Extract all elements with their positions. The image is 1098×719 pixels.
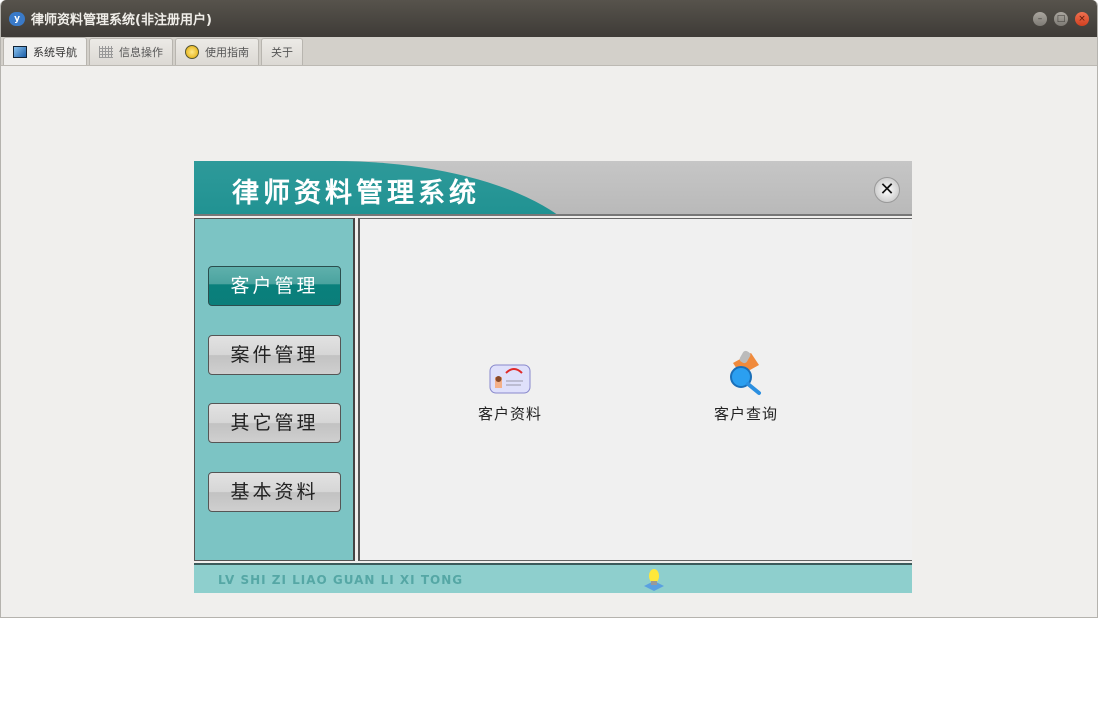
item-label: 客户查询 — [713, 405, 778, 423]
footer-text: LV SHI ZI LIAO GUAN LI XI TONG — [218, 573, 464, 587]
footer-bar: LV SHI ZI LIAO GUAN LI XI TONG — [194, 563, 912, 593]
app-icon: y — [9, 11, 25, 26]
monitor-icon — [13, 45, 27, 58]
nav-other-management[interactable]: 其它管理 — [208, 403, 341, 443]
content-area: 客户资料 客户查询 — [358, 218, 912, 561]
tab-bar: 系统导航 信息操作 使用指南 关于 — [1, 37, 1097, 66]
customer-info-item[interactable]: 客户资料 — [474, 361, 546, 424]
nav-customer-management[interactable]: 客户管理 — [208, 266, 341, 306]
grid-icon — [99, 46, 113, 58]
nav-case-management[interactable]: 案件管理 — [208, 335, 341, 375]
search-magnifier-icon — [730, 350, 761, 395]
window-title: 律师资料管理系统(非注册用户) — [31, 13, 212, 28]
main-panel: 律师资料管理系统 ✕ 客户管理 案件管理 其它管理 基本资料 客户资料 客户查询… — [194, 161, 912, 593]
minimize-button[interactable]: – — [1033, 12, 1047, 26]
tab-about[interactable]: 关于 — [261, 38, 303, 65]
tab-info-ops[interactable]: 信息操作 — [89, 38, 173, 65]
close-window-button[interactable]: × — [1075, 12, 1089, 26]
side-nav: 客户管理 案件管理 其它管理 基本资料 — [194, 218, 355, 561]
title-bar: y 律师资料管理系统(非注册用户) – □ × — [1, 0, 1097, 37]
tab-label: 关于 — [271, 46, 293, 59]
tab-label: 系统导航 — [33, 45, 77, 59]
contact-card-icon — [489, 364, 531, 394]
banner: 律师资料管理系统 ✕ — [194, 161, 912, 216]
tab-guide[interactable]: 使用指南 — [175, 38, 259, 65]
lightbulb-icon — [644, 569, 664, 591]
panel-title: 律师资料管理系统 — [232, 178, 480, 209]
item-label: 客户资料 — [477, 405, 542, 423]
help-icon — [185, 45, 199, 59]
nav-basic-data[interactable]: 基本资料 — [208, 472, 341, 512]
app-window: y 律师资料管理系统(非注册用户) – □ × 系统导航 信息操作 使用指南 关… — [0, 0, 1098, 618]
tab-label: 信息操作 — [119, 46, 163, 59]
tab-system-nav[interactable]: 系统导航 — [3, 37, 87, 65]
tab-label: 使用指南 — [205, 46, 249, 59]
customer-query-item[interactable]: 客户查询 — [710, 349, 782, 424]
maximize-button[interactable]: □ — [1054, 12, 1068, 26]
panel-close-button[interactable]: ✕ — [874, 177, 900, 203]
